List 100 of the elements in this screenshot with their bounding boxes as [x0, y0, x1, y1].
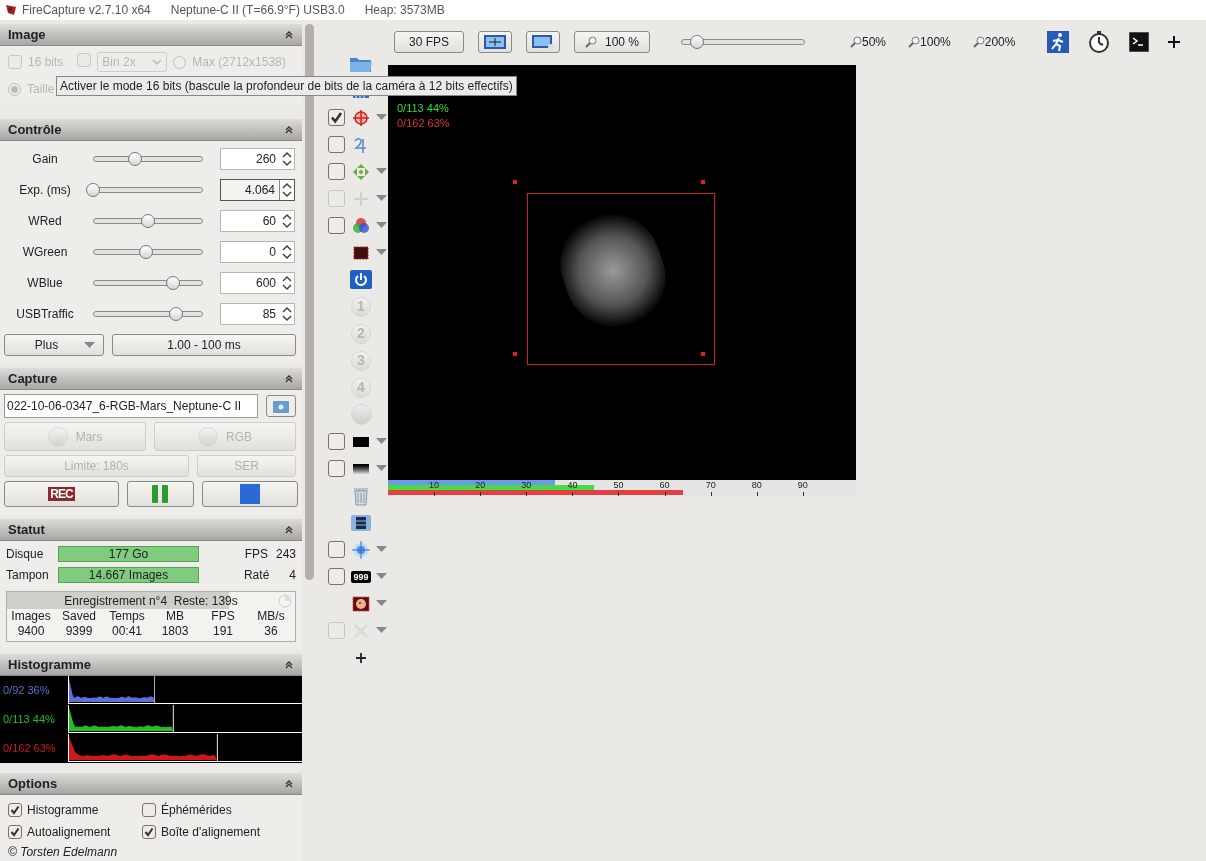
- panel-header[interactable]: Histogramme: [0, 654, 302, 676]
- corner-handle[interactable]: [513, 180, 517, 184]
- caret-icon[interactable]: [376, 168, 387, 175]
- spinner-arrows-icon[interactable]: [280, 151, 294, 167]
- trash-icon[interactable]: [351, 485, 371, 506]
- slider-thumb[interactable]: [168, 307, 183, 321]
- panel-title: Capture: [8, 369, 58, 388]
- column-header: Saved: [61, 609, 97, 624]
- checkbox[interactable]: [327, 109, 345, 126]
- spinner-arrows-icon[interactable]: [280, 182, 294, 198]
- terminal-icon[interactable]: [1129, 32, 1150, 52]
- meter-tick-label: 70: [705, 480, 716, 491]
- collapse-icon[interactable]: [284, 373, 294, 384]
- slider-thumb[interactable]: [127, 152, 142, 166]
- checkbox[interactable]: [327, 541, 345, 558]
- corner-handle[interactable]: [701, 180, 705, 184]
- caret-icon[interactable]: [376, 114, 387, 121]
- caret-icon[interactable]: [84, 341, 95, 349]
- slider-thumb[interactable]: [141, 214, 155, 228]
- column-header: Images: [10, 609, 52, 624]
- spinner-arrows-icon[interactable]: [280, 213, 294, 229]
- spinner-field[interactable]: 600: [220, 272, 295, 294]
- crosshair-icon[interactable]: [352, 108, 370, 127]
- slider-thumb[interactable]: [138, 245, 153, 259]
- spinner-field[interactable]: 60: [220, 210, 295, 232]
- spinner-field[interactable]: 4.064: [220, 179, 295, 201]
- gradient-rectangle-icon[interactable]: [353, 463, 369, 474]
- caret-icon[interactable]: [376, 600, 387, 607]
- meter-tick-label: 50: [613, 480, 624, 491]
- slider-thumb[interactable]: [166, 276, 181, 290]
- zoom-preset-button[interactable]: 100%: [908, 33, 951, 51]
- checkbox[interactable]: [142, 803, 156, 817]
- caret-icon[interactable]: [376, 465, 387, 472]
- folder-settings-button[interactable]: [266, 395, 296, 417]
- collapse-icon[interactable]: [284, 124, 294, 135]
- checkbox[interactable]: [327, 163, 345, 180]
- histogram-label: 0/92 36%: [2, 682, 51, 698]
- move-arrows-icon[interactable]: [352, 162, 370, 181]
- control-label: Gain: [31, 151, 59, 168]
- planet-icon[interactable]: [352, 594, 370, 613]
- plus-icon[interactable]: [1167, 35, 1182, 49]
- alignment-box[interactable]: [527, 193, 715, 365]
- target-icon[interactable]: [352, 540, 370, 559]
- checkbox[interactable]: [327, 460, 345, 477]
- caret-icon[interactable]: [376, 438, 387, 445]
- caret-icon[interactable]: [376, 222, 387, 229]
- running-figure-icon[interactable]: [1047, 31, 1070, 53]
- control-label: WBlue: [26, 275, 64, 292]
- panel-header[interactable]: Statut: [0, 519, 302, 541]
- zoom-preset-button[interactable]: 50%: [850, 33, 887, 51]
- option-label: Boîte d'alignement: [161, 824, 261, 841]
- column-header: MB/s: [256, 609, 286, 624]
- checkbox[interactable]: [327, 568, 345, 585]
- corner-handle[interactable]: [513, 352, 517, 356]
- color-circles-icon[interactable]: [352, 216, 370, 235]
- film-icon[interactable]: [351, 513, 371, 532]
- panel-header[interactable]: Options: [0, 773, 302, 795]
- control-label: Exp. (ms): [18, 182, 72, 199]
- spinner-arrows-icon[interactable]: [280, 306, 294, 322]
- panel-header[interactable]: Contrôle: [0, 119, 302, 141]
- spinner-value: 60: [261, 213, 277, 230]
- dark-square-icon[interactable]: [352, 243, 370, 262]
- slider-thumb[interactable]: [86, 183, 100, 197]
- caret-icon[interactable]: [376, 573, 387, 580]
- collapse-icon[interactable]: [284, 778, 294, 789]
- spinner-field[interactable]: 260: [220, 148, 295, 170]
- zoom-preset-button[interactable]: 200%: [972, 33, 1016, 51]
- checkbox[interactable]: [327, 136, 345, 153]
- option-label: Éphémérides: [161, 801, 232, 819]
- spinner-arrows-icon[interactable]: [280, 244, 294, 260]
- checkbox[interactable]: [327, 217, 345, 234]
- stop-button[interactable]: [201, 481, 298, 507]
- pause-button[interactable]: [126, 481, 194, 507]
- collapse-icon[interactable]: [284, 524, 294, 535]
- slider-thumb[interactable]: [690, 35, 705, 49]
- plus-dropdown[interactable]: Plus: [4, 334, 104, 356]
- collapse-icon[interactable]: [284, 659, 294, 670]
- disk-value: 177 Go: [58, 546, 199, 562]
- caret-icon[interactable]: [376, 249, 387, 256]
- buffer-value: 14.667 Images: [58, 567, 199, 583]
- caret-icon[interactable]: [376, 546, 387, 553]
- fit-screen-button[interactable]: [478, 31, 512, 53]
- screen-settings-button[interactable]: [526, 31, 560, 53]
- checkbox[interactable]: [8, 803, 22, 817]
- spinner-field[interactable]: 0: [220, 241, 295, 263]
- corner-handle[interactable]: [701, 352, 705, 356]
- checkbox[interactable]: [327, 433, 345, 450]
- fps-button[interactable]: 30 FPS: [394, 31, 464, 53]
- checkbox[interactable]: [8, 825, 22, 839]
- spinner-arrows-icon[interactable]: [280, 275, 294, 291]
- collapse-icon[interactable]: [284, 29, 294, 40]
- spinner-field[interactable]: 85: [220, 303, 295, 325]
- fps-value: 243: [275, 546, 296, 563]
- timer-icon[interactable]: [1087, 30, 1112, 54]
- camera-info: Neptune-C II (T=66.9°F) USB3.0: [170, 2, 345, 19]
- power-button-icon[interactable]: [350, 270, 372, 289]
- checkbox[interactable]: [142, 825, 156, 839]
- exposure-range-button[interactable]: 1.00 - 100 ms: [112, 334, 296, 356]
- counter-label[interactable]: 999: [351, 570, 371, 583]
- zoom-button[interactable]: 100 %: [574, 31, 650, 53]
